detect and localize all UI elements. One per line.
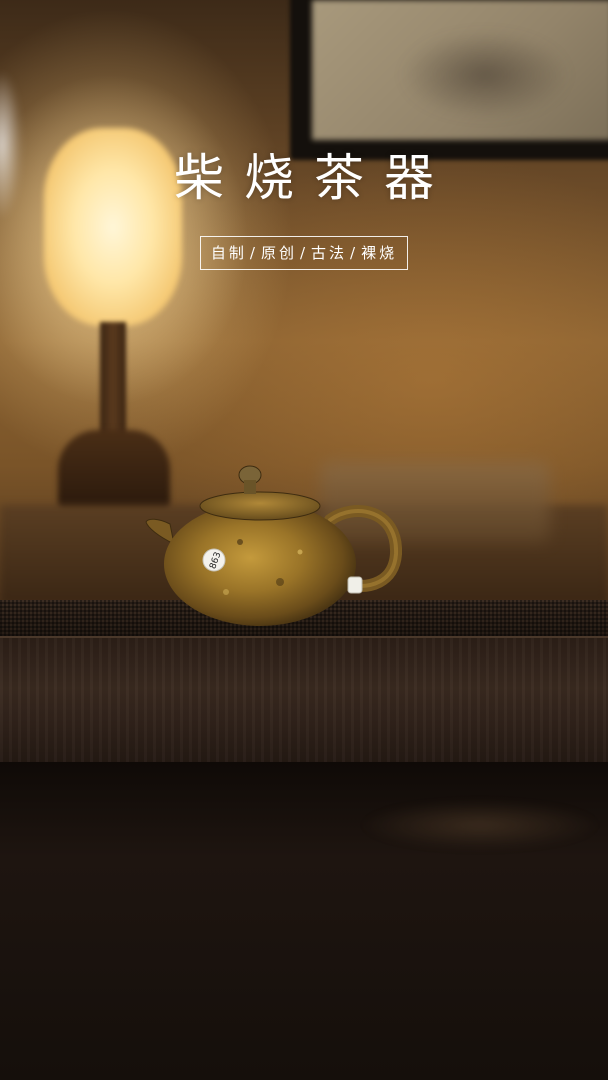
table-reflection bbox=[360, 800, 600, 850]
tagline-item: 裸烧 bbox=[361, 244, 398, 262]
lamp-stem bbox=[100, 322, 126, 442]
page-title: 柴烧茶器 bbox=[174, 149, 454, 207]
teapot-lid bbox=[199, 491, 321, 521]
tagline-separator: / bbox=[299, 244, 309, 262]
tagline-item: 古法 bbox=[311, 244, 348, 262]
handle-tag bbox=[347, 576, 363, 594]
title-block: 柴烧茶器 自制 / 原创 / 古法 / 裸烧 bbox=[0, 148, 608, 270]
teapot-body bbox=[164, 502, 356, 626]
tagline-box: 自制 / 原创 / 古法 / 裸烧 bbox=[199, 236, 409, 270]
teapot-spout bbox=[145, 518, 175, 545]
tagline-separator: / bbox=[350, 244, 359, 262]
tea-tray bbox=[0, 636, 608, 764]
wall-painting-sketch bbox=[400, 30, 570, 120]
tagline-item: 原创 bbox=[260, 244, 297, 262]
tagline-separator: / bbox=[249, 244, 258, 262]
teapot: 863 bbox=[145, 465, 402, 626]
tagline-item: 自制 bbox=[210, 244, 247, 262]
